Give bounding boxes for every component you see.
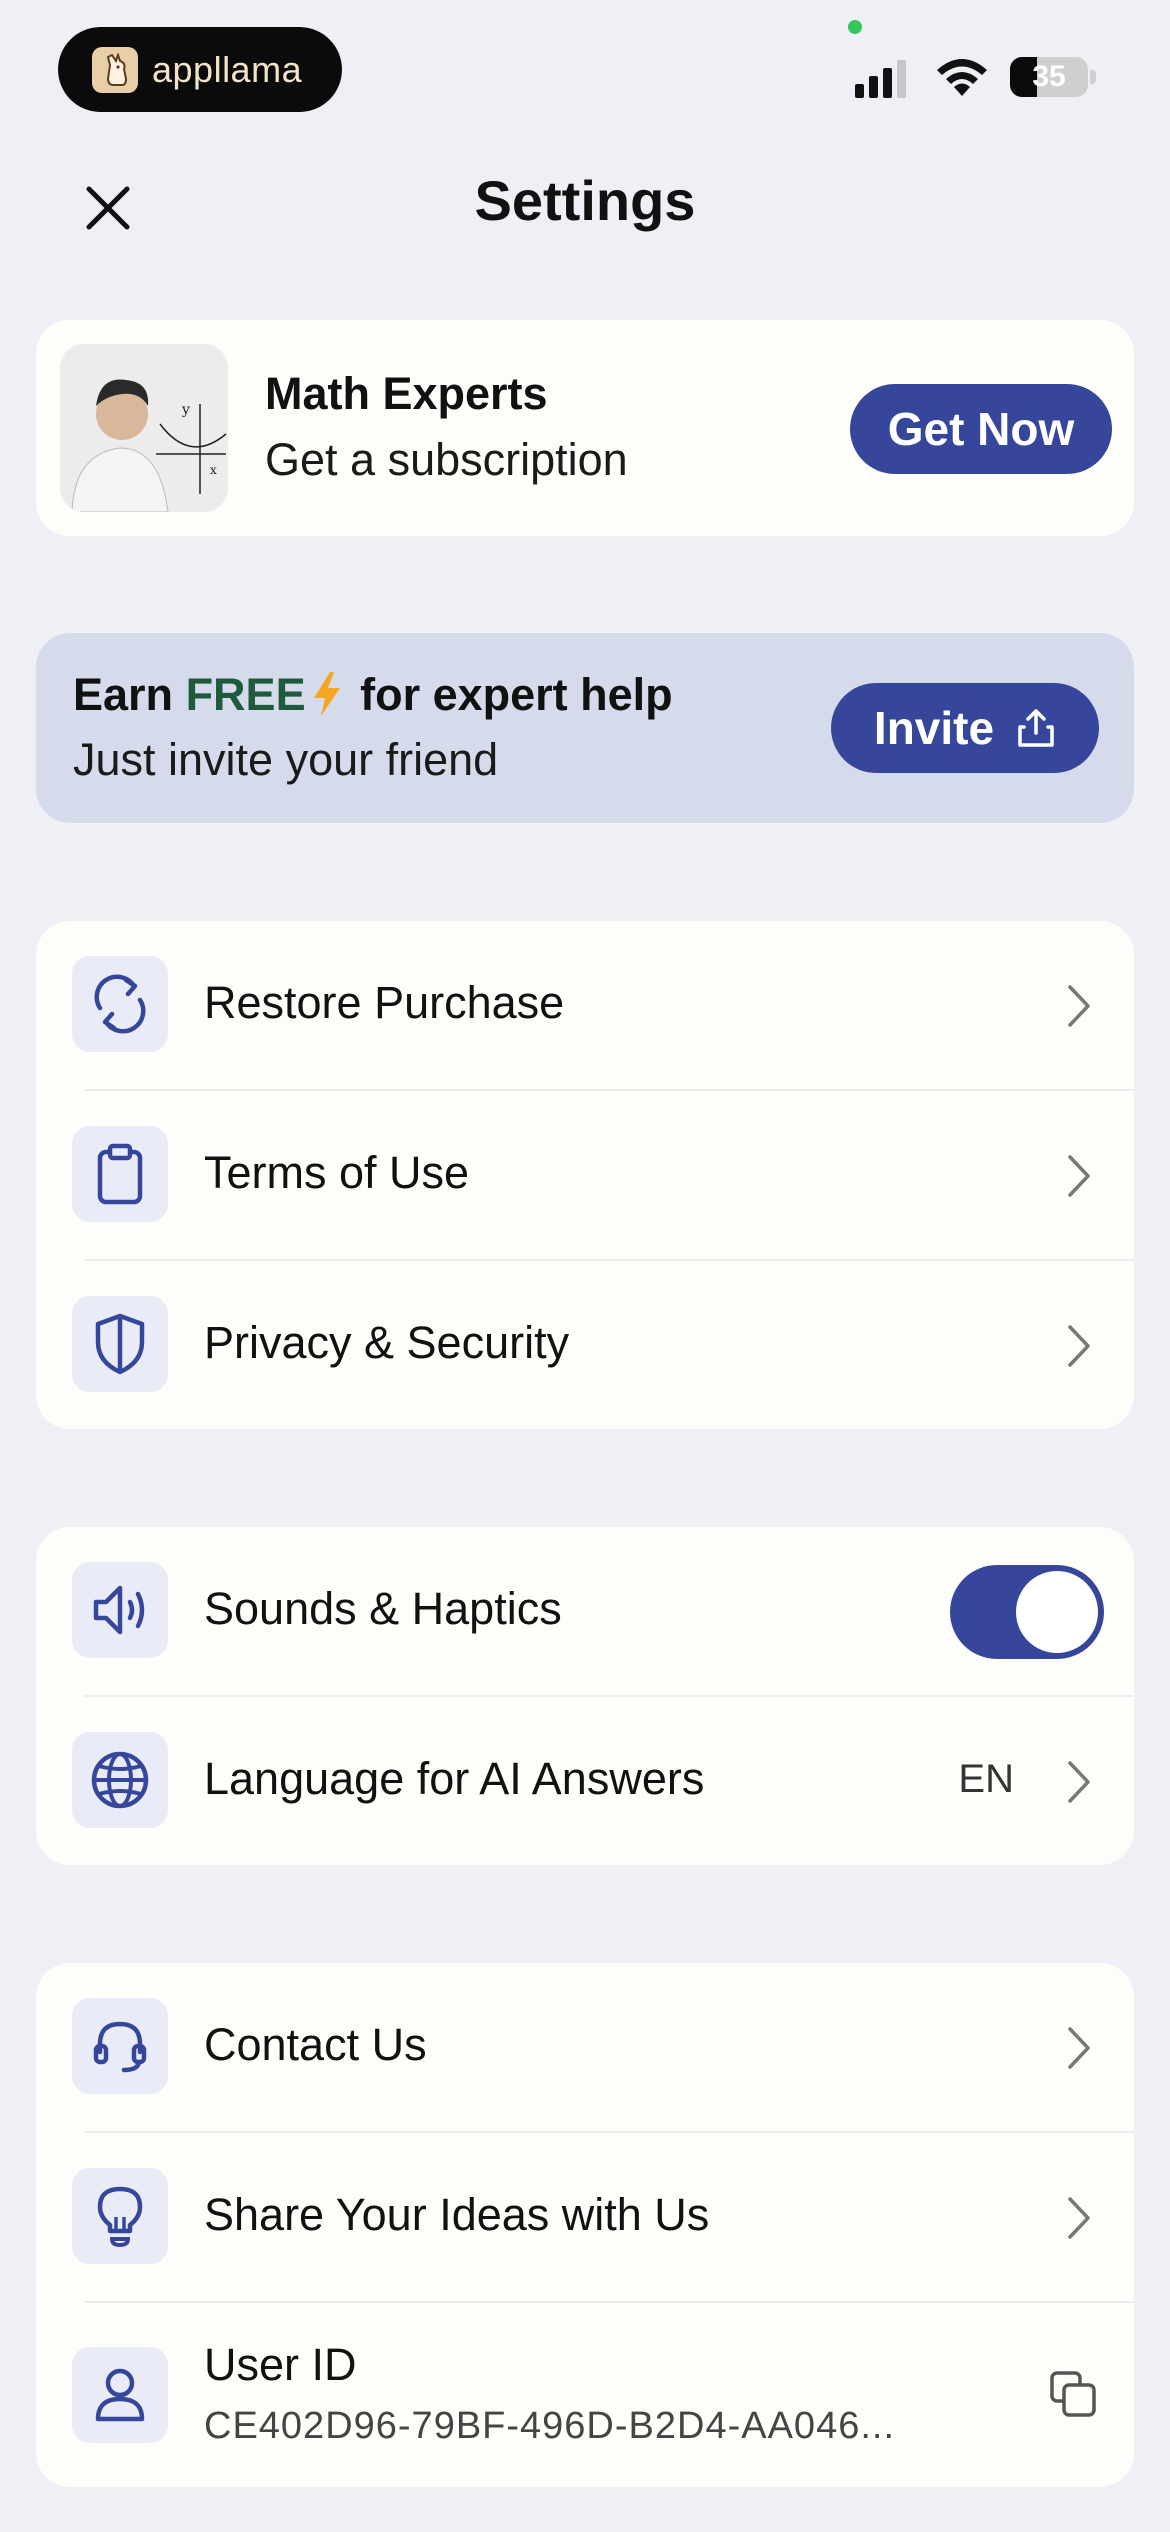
get-now-button[interactable]: Get Now [850,384,1112,474]
shield-icon [72,1296,168,1392]
restore-icon [72,956,168,1052]
battery-tip [1090,70,1096,84]
svg-text:y: y [181,402,190,418]
terms-of-use-label: Terms of Use [204,1147,470,1198]
copy-icon[interactable] [1048,2369,1098,2419]
share-icon [1018,709,1054,747]
svg-text:x: x [210,463,217,477]
invite-title-earn: Earn [73,669,174,720]
language-row[interactable]: Language for AI Answers EN [36,1697,1134,1867]
battery-percentage: 35 [1032,60,1066,93]
share-ideas-row[interactable]: Share Your Ideas with Us [36,2133,1134,2303]
chevron-right-icon [1068,985,1090,1027]
user-id-row: User ID CE402D96-79BF-496D-B2D4-AA046... [36,2303,1134,2487]
llama-logo-icon [92,46,138,93]
invite-title-rest: for expert help [360,669,673,720]
user-id-value: CE402D96-79BF-496D-B2D4-AA046... [204,2405,896,2447]
lightbulb-icon [72,2168,168,2264]
invite-button[interactable]: Invite [831,683,1099,773]
brand-name: appllama [152,48,303,90]
privacy-security-row[interactable]: Privacy & Security [36,1261,1134,1431]
privacy-security-label: Privacy & Security [204,1317,570,1368]
invite-subtitle: Just invite your friend [73,734,499,785]
contact-us-row[interactable]: Contact Us [36,1963,1134,2133]
globe-icon [72,1732,168,1828]
privacy-indicator-dot [848,20,862,34]
chevron-right-icon [1068,1325,1090,1367]
contact-us-label: Contact Us [204,2019,427,2070]
invite-card[interactable]: Earn FREE for expert help Just invite yo… [36,633,1134,823]
clipboard-icon [72,1126,168,1222]
user-id-label: User ID [204,2339,357,2390]
app-badge: appllama [58,27,342,112]
headset-icon [72,1998,168,2094]
settings-group-preferences: Sounds & Haptics Language for AI Answers… [36,1527,1134,1865]
chevron-right-icon [1068,2027,1090,2069]
sounds-haptics-row: Sounds & Haptics [36,1527,1134,1697]
share-ideas-label: Share Your Ideas with Us [204,2189,710,2240]
chevron-right-icon [1068,1155,1090,1197]
restore-purchase-label: Restore Purchase [204,977,565,1028]
wifi-icon [937,59,987,96]
language-value: EN [958,1757,1014,1801]
sounds-haptics-label: Sounds & Haptics [204,1583,562,1634]
invite-title-free: FREE [185,669,306,720]
invite-title: Earn FREE for expert help [73,669,673,727]
user-icon [72,2347,168,2443]
settings-group-support: Contact Us Share Your Ideas with Us User… [36,1963,1134,2487]
page-title: Settings [474,169,696,232]
terms-of-use-row[interactable]: Terms of Use [36,1091,1134,1261]
subscription-title: Math Experts [265,368,548,419]
subscription-card[interactable]: y x Math Experts Get a subscription Get … [36,320,1134,536]
speaker-icon [72,1562,168,1658]
chevron-right-icon [1068,2197,1090,2239]
settings-group-legal: Restore Purchase Terms of Use Privacy & … [36,921,1134,1429]
toggle-knob [1016,1571,1098,1653]
language-label: Language for AI Answers [204,1753,705,1804]
subscription-subtitle: Get a subscription [265,434,628,485]
invite-button-label: Invite [873,702,995,754]
math-expert-image: y x [60,344,228,512]
lightning-bolt-icon [312,672,342,727]
battery-icon: 35 [1010,57,1088,97]
chevron-right-icon [1068,1761,1090,1803]
cellular-signal-icon [855,60,906,98]
restore-purchase-row[interactable]: Restore Purchase [36,921,1134,1091]
sounds-haptics-toggle[interactable] [950,1565,1104,1659]
